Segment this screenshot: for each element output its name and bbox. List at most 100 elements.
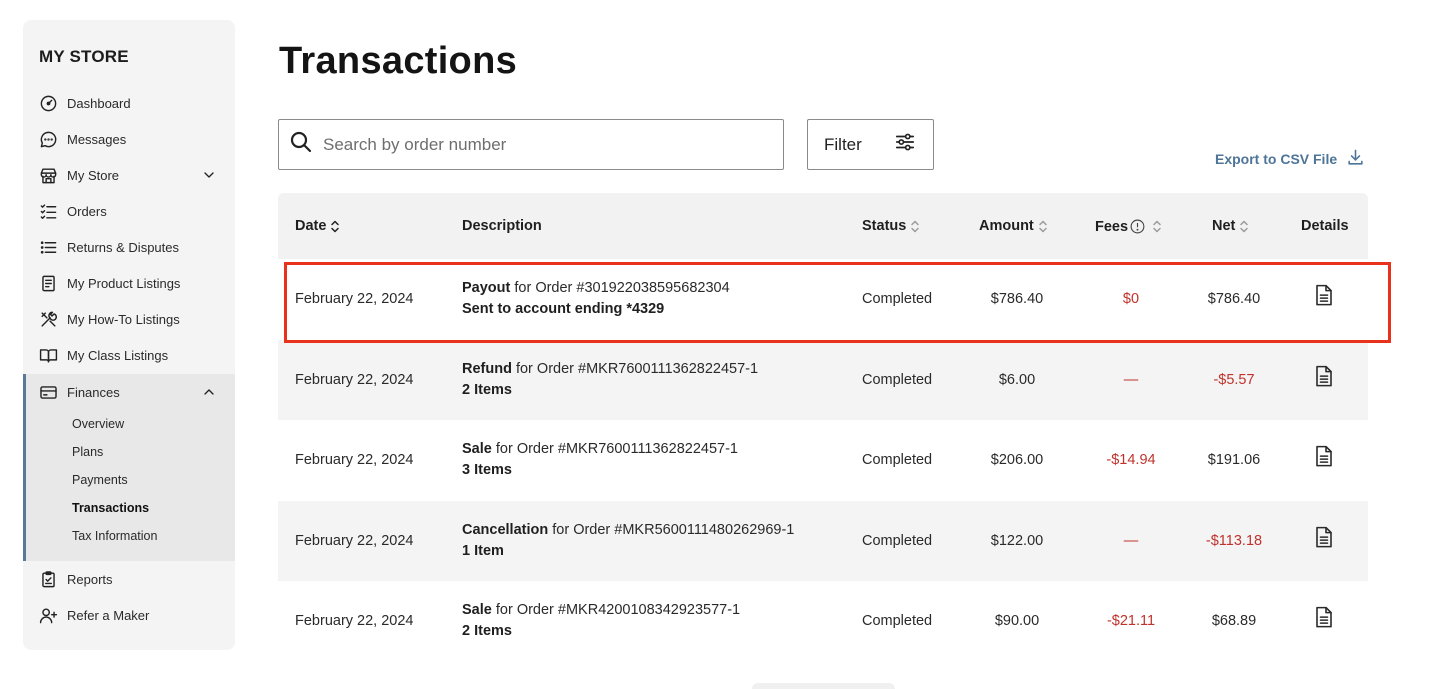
row-description: Sale for Order #MKR4200108342923577-1 2 … xyxy=(462,600,740,642)
tools-icon xyxy=(39,310,58,329)
column-header-fees[interactable]: Fees xyxy=(1095,218,1162,235)
sidebar-item-refer-maker[interactable]: Refer a Maker xyxy=(23,598,235,632)
row-order: for Order #MKR7600111362822457-1 xyxy=(491,441,738,458)
sidebar-item-product-listings[interactable]: My Product Listings xyxy=(23,266,235,300)
row-fees: — xyxy=(1123,532,1139,549)
document-list-icon xyxy=(39,274,58,293)
column-header-date[interactable]: Date xyxy=(295,218,340,234)
sliders-icon xyxy=(894,131,916,158)
row-amount: $122.00 xyxy=(990,532,1044,549)
search-input[interactable] xyxy=(323,134,763,155)
row-date: February 22, 2024 xyxy=(295,371,414,388)
column-header-status[interactable]: Status xyxy=(862,218,920,234)
sidebar-item-how-to-listings[interactable]: My How-To Listings xyxy=(23,302,235,336)
sidebar-item-class-listings[interactable]: My Class Listings xyxy=(23,338,235,372)
search-box[interactable] xyxy=(278,119,784,170)
header-label: Amount xyxy=(979,218,1034,234)
row-net: -$5.57 xyxy=(1213,371,1255,388)
row-date: February 22, 2024 xyxy=(295,532,414,549)
download-icon xyxy=(1337,148,1365,170)
filter-button[interactable]: Filter xyxy=(807,119,934,170)
table-row[interactable]: February 22, 2024 Sale for Order #MKR420… xyxy=(278,581,1368,662)
table-header: Date Description Status Amount Fees Net … xyxy=(278,193,1368,259)
header-label: Details xyxy=(1301,218,1349,234)
document-icon[interactable] xyxy=(1314,445,1336,469)
sidebar-item-reports[interactable]: Reports xyxy=(23,562,235,596)
row-status: Completed xyxy=(862,371,933,388)
sub-item-overview[interactable]: Overview xyxy=(72,417,124,431)
row-date: February 22, 2024 xyxy=(295,613,414,630)
row-order: for Order #301922038595682304 xyxy=(510,280,730,297)
book-icon xyxy=(39,346,58,365)
finances-section: Finances Overview Plans Payments Transac… xyxy=(23,374,235,561)
sidebar-item-orders[interactable]: Orders xyxy=(23,194,235,228)
document-icon[interactable] xyxy=(1314,526,1336,550)
checklist-icon xyxy=(39,202,58,221)
sort-icon[interactable] xyxy=(330,219,340,234)
row-status: Completed xyxy=(862,291,933,308)
sort-icon[interactable] xyxy=(1239,219,1249,234)
page-title: Transactions xyxy=(279,40,518,82)
header-label: Date xyxy=(295,218,327,234)
chevron-down-icon[interactable] xyxy=(201,167,217,183)
sidebar-item-finances[interactable]: Finances xyxy=(23,375,235,409)
row-detail: 1 Item xyxy=(462,542,504,559)
column-header-amount[interactable]: Amount xyxy=(979,218,1048,234)
sidebar-item-returns-disputes[interactable]: Returns & Disputes xyxy=(23,230,235,264)
sidebar-item-label: Finances xyxy=(67,384,120,400)
table-row[interactable]: February 22, 2024 Refund for Order #MKR7… xyxy=(278,339,1368,420)
sort-icon[interactable] xyxy=(1038,219,1048,234)
sidebar-item-dashboard[interactable]: Dashboard xyxy=(23,86,235,120)
sidebar-item-label: Reports xyxy=(67,571,113,587)
row-description: Refund for Order #MKR7600111362822457-1 … xyxy=(462,359,758,401)
sub-item-plans[interactable]: Plans xyxy=(72,445,103,459)
column-header-net[interactable]: Net xyxy=(1212,218,1249,234)
row-order: for Order #MKR7600111362822457-1 xyxy=(511,360,759,377)
column-header-details: Details xyxy=(1301,218,1349,234)
row-fees: $0 xyxy=(1122,291,1140,308)
sub-item-payments[interactable]: Payments xyxy=(72,473,128,487)
info-icon[interactable] xyxy=(1129,218,1146,235)
sidebar-item-label: My Store xyxy=(67,167,120,183)
table-row[interactable]: February 22, 2024 Cancellation for Order… xyxy=(278,500,1368,581)
chevron-up-icon[interactable] xyxy=(201,384,217,400)
sidebar-item-messages[interactable]: Messages xyxy=(23,122,235,156)
row-kind: Sale xyxy=(462,441,492,458)
row-net: $68.89 xyxy=(1211,613,1257,630)
table-row[interactable]: February 22, 2024 Payout for Order #3019… xyxy=(278,259,1368,340)
row-status: Completed xyxy=(862,532,933,549)
row-kind: Cancellation xyxy=(462,521,549,538)
document-icon[interactable] xyxy=(1314,365,1336,389)
row-date: February 22, 2024 xyxy=(295,291,414,308)
row-kind: Sale xyxy=(462,602,492,619)
sort-icon[interactable] xyxy=(1152,219,1162,234)
row-detail: Sent to account ending *4329 xyxy=(462,301,665,318)
transactions-table: Date Description Status Amount Fees Net … xyxy=(278,193,1368,662)
store-title: MY STORE xyxy=(39,47,129,66)
sidebar-item-my-store[interactable]: My Store xyxy=(23,158,235,192)
row-detail: 3 Items xyxy=(462,462,512,479)
sidebar-item-label: Returns & Disputes xyxy=(67,239,179,255)
row-amount: $6.00 xyxy=(998,371,1036,388)
list-icon xyxy=(39,238,58,257)
row-order: for Order #MKR5600111480262969-1 xyxy=(548,521,795,538)
search-icon xyxy=(289,130,313,159)
sort-icon[interactable] xyxy=(910,219,920,234)
export-csv-link[interactable]: Export to CSV File xyxy=(1215,148,1365,170)
sidebar-item-label: My Class Listings xyxy=(67,347,169,363)
header-label: Description xyxy=(462,218,542,234)
table-row[interactable]: February 22, 2024 Sale for Order #MKR760… xyxy=(278,420,1368,501)
document-icon[interactable] xyxy=(1314,284,1336,308)
row-kind: Refund xyxy=(462,360,512,377)
export-label: Export to CSV File xyxy=(1215,151,1338,167)
sidebar-item-label: My Product Listings xyxy=(67,275,181,291)
sidebar-item-label: Refer a Maker xyxy=(67,607,150,623)
sub-item-transactions[interactable]: Transactions xyxy=(72,501,149,515)
row-net: $786.40 xyxy=(1207,291,1261,308)
document-icon[interactable] xyxy=(1314,606,1336,630)
sub-item-tax-information[interactable]: Tax Information xyxy=(72,529,157,543)
storefront-icon xyxy=(39,166,58,185)
row-description: Sale for Order #MKR7600111362822457-1 3 … xyxy=(462,439,738,481)
sidebar-item-label: Dashboard xyxy=(67,95,131,111)
row-kind: Payout xyxy=(462,280,511,297)
